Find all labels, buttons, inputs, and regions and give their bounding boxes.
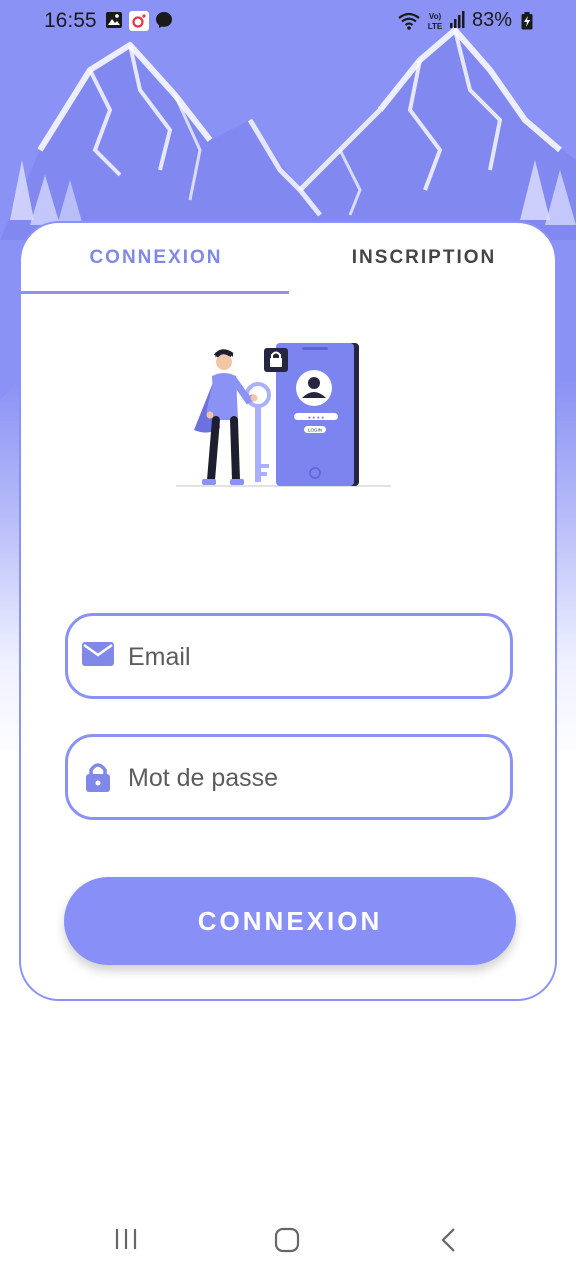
volte-icon: Vo) LTE	[428, 12, 443, 31]
instagram-icon	[129, 11, 149, 31]
navigation-bar	[0, 1205, 576, 1280]
email-input[interactable]	[126, 634, 490, 680]
wifi-icon	[398, 12, 420, 30]
password-input[interactable]	[126, 755, 490, 801]
home-icon[interactable]	[274, 1227, 300, 1253]
password-field[interactable]	[65, 734, 513, 820]
svg-text:Vo): Vo)	[429, 12, 442, 21]
email-field[interactable]	[65, 613, 513, 699]
battery-percentage: 83%	[472, 9, 513, 31]
gallery-icon	[106, 12, 122, 28]
login-button[interactable]: CONNEXION	[64, 877, 516, 965]
illustration-login-label: LOGIN	[308, 428, 322, 433]
login-illustration: ● ● ● ● LOGIN	[176, 343, 391, 487]
battery-charging-icon	[521, 12, 533, 30]
lock-icon	[86, 763, 110, 792]
tab-connexion[interactable]: CONNEXION	[21, 247, 291, 269]
auth-card: CONNEXION INSCRIPTION ● ● ● ● LOGIN Emai…	[19, 221, 557, 1001]
status-bar: 16:55 Vo) LTE 83%	[0, 0, 576, 42]
tab-bar: CONNEXION INSCRIPTION	[21, 223, 555, 295]
email-icon	[82, 642, 114, 666]
active-tab-indicator	[21, 291, 289, 294]
back-icon[interactable]	[440, 1227, 458, 1253]
recents-icon[interactable]	[114, 1227, 138, 1251]
tab-inscription[interactable]: INSCRIPTION	[289, 247, 555, 269]
status-time: 16:55	[44, 9, 97, 32]
svg-text:LTE: LTE	[428, 22, 443, 31]
signal-icon	[450, 11, 465, 28]
messenger-icon	[156, 12, 172, 28]
svg-text:● ● ● ●: ● ● ● ●	[308, 415, 324, 421]
